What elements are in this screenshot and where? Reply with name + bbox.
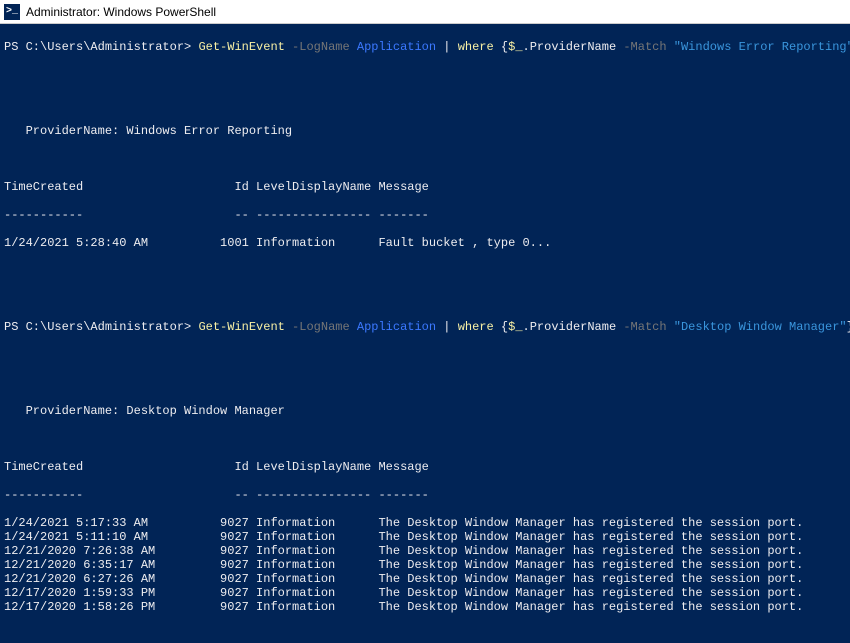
provider-header: ProviderName: Desktop Window Manager [4, 404, 846, 418]
table-row: 1/24/2021 5:11:10 AM 9027 Information Th… [4, 530, 846, 544]
command-line: PS C:\Users\Administrator> Get-WinEvent … [4, 40, 846, 54]
table-rows: 1/24/2021 5:17:33 AM 9027 Information Th… [4, 516, 846, 614]
column-dashes: ----------- -- ---------------- ------- [4, 208, 846, 222]
command-line: PS C:\Users\Administrator> Get-WinEvent … [4, 320, 846, 334]
table-row: 1/24/2021 5:17:33 AM 9027 Information Th… [4, 516, 846, 530]
table-row: 12/21/2020 7:26:38 AM 9027 Information T… [4, 544, 846, 558]
column-dashes: ----------- -- ---------------- ------- [4, 488, 846, 502]
table-row: 12/21/2020 6:35:17 AM 9027 Information T… [4, 558, 846, 572]
provider-header: ProviderName: Windows Error Reporting [4, 124, 846, 138]
table-row: 1/24/2021 5:28:40 AM 1001 Information Fa… [4, 236, 846, 250]
powershell-icon: >_ [4, 4, 20, 20]
table-row: 12/17/2020 1:58:26 PM 9027 Information T… [4, 600, 846, 614]
window-title: Administrator: Windows PowerShell [26, 5, 216, 19]
table-row: 12/17/2020 1:59:33 PM 9027 Information T… [4, 586, 846, 600]
column-header: TimeCreated Id LevelDisplayName Message [4, 180, 846, 194]
table-row: 12/21/2020 6:27:26 AM 9027 Information T… [4, 572, 846, 586]
column-header: TimeCreated Id LevelDisplayName Message [4, 460, 846, 474]
window-titlebar[interactable]: >_ Administrator: Windows PowerShell [0, 0, 850, 24]
terminal-output[interactable]: PS C:\Users\Administrator> Get-WinEvent … [0, 24, 850, 643]
